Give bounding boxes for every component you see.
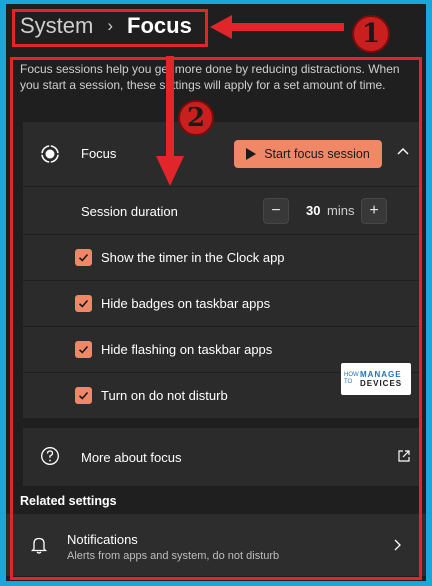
annotation-box-content — [10, 57, 422, 580]
annotation-arrow-left — [210, 15, 344, 39]
annotation-marker-2: 2 — [178, 100, 214, 136]
settings-window: System › Focus Focus sessions help you g… — [6, 4, 426, 581]
annotation-marker-1: 1 — [352, 15, 390, 53]
annotation-box-breadcrumb — [12, 9, 208, 47]
